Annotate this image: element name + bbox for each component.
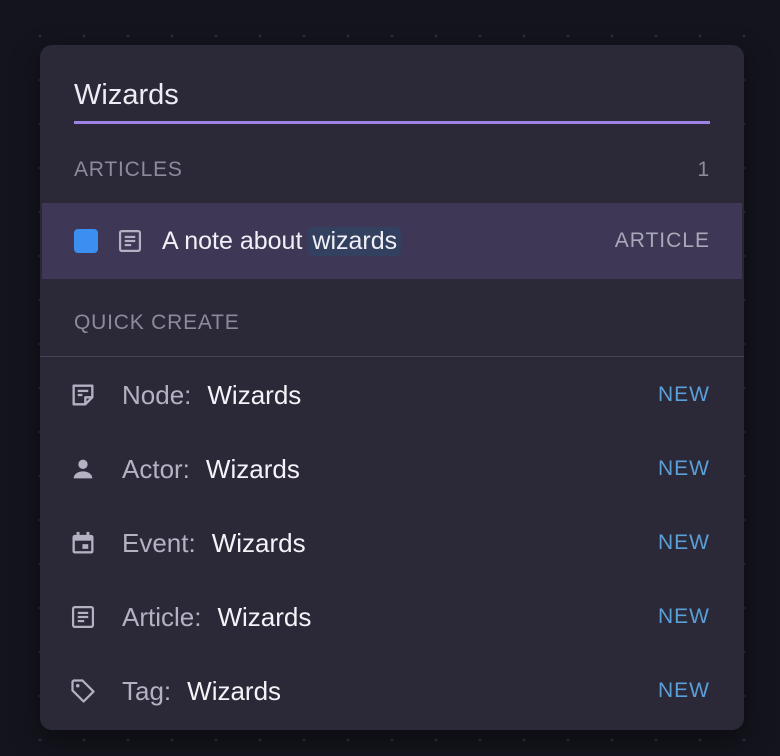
quick-create-label: Actor: Wizards — [122, 454, 300, 485]
article-title: A note about wizards — [162, 226, 402, 256]
article-icon — [68, 602, 98, 632]
new-badge: NEW — [658, 383, 710, 406]
quick-create-label: Event: Wizards — [122, 528, 306, 559]
search-input[interactable] — [74, 69, 710, 121]
quick-create-label: Article: Wizards — [122, 602, 311, 633]
search-field[interactable] — [74, 69, 710, 124]
section-divider — [40, 356, 744, 357]
entity-kind: Actor: — [122, 453, 190, 484]
search-match-highlight: wizards — [308, 226, 402, 256]
articles-count: 1 — [697, 158, 710, 181]
quick-create-section-header: QUICK CREATE — [74, 308, 710, 338]
quick-create-node[interactable]: Node: Wizards NEW — [40, 358, 744, 432]
person-icon — [68, 454, 98, 484]
quick-create-actor[interactable]: Actor: Wizards NEW — [40, 432, 744, 506]
calendar-icon — [68, 528, 98, 558]
quick-create-title: QUICK CREATE — [74, 311, 240, 334]
quick-create-article[interactable]: Article: Wizards NEW — [40, 580, 744, 654]
node-icon — [68, 380, 98, 410]
quick-create-tag[interactable]: Tag: Wizards NEW — [40, 654, 744, 728]
tag-icon — [68, 676, 98, 706]
entity-name: Wizards — [207, 379, 302, 410]
new-badge: NEW — [658, 605, 710, 628]
new-badge: NEW — [658, 679, 710, 702]
new-badge: NEW — [658, 531, 710, 554]
article-icon — [116, 227, 144, 255]
article-title-prefix: A note about — [162, 226, 303, 255]
quick-create-label: Tag: Wizards — [122, 676, 281, 707]
articles-section-header: ARTICLES 1 — [74, 155, 710, 185]
entity-kind: Tag: — [122, 675, 172, 706]
entity-name: Wizards — [187, 675, 282, 706]
quick-create-label: Node: Wizards — [122, 380, 301, 411]
entity-kind: Node: — [122, 379, 192, 410]
entity-name: Wizards — [205, 453, 300, 484]
entity-kind: Event: — [122, 527, 196, 558]
article-result-row[interactable]: A note about wizards ARTICLE — [42, 203, 742, 279]
entity-kind: Article: — [122, 601, 202, 632]
article-type-label: ARTICLE — [614, 229, 710, 252]
new-badge: NEW — [658, 457, 710, 480]
command-palette: ARTICLES 1 A note about wizards ARTICLE … — [40, 45, 744, 730]
entity-name: Wizards — [211, 527, 306, 558]
article-color-swatch — [74, 229, 98, 253]
quick-create-event[interactable]: Event: Wizards NEW — [40, 506, 744, 580]
articles-section-title: ARTICLES — [74, 158, 183, 181]
entity-name: Wizards — [217, 601, 312, 632]
